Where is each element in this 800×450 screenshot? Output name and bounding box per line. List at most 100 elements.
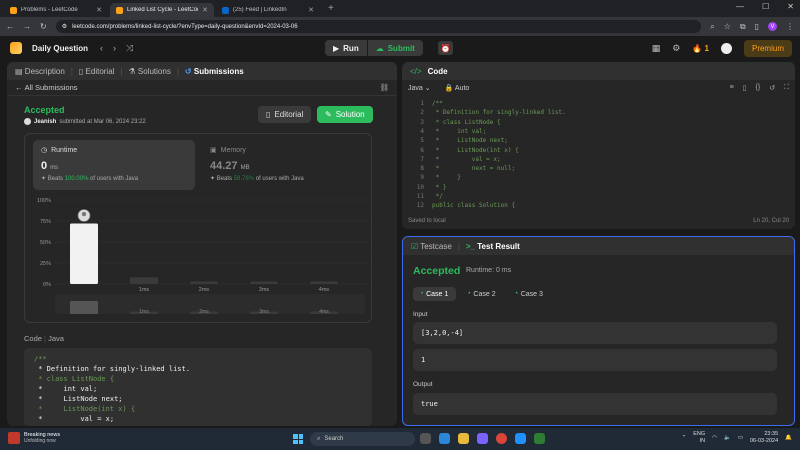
site-info-icon[interactable]: ⚙ <box>62 23 67 30</box>
premium-button[interactable]: Premium <box>743 40 792 57</box>
forward-icon[interactable]: → <box>23 22 31 31</box>
result-status: Accepted <box>413 265 461 277</box>
run-button[interactable]: ▶ Run <box>325 40 367 56</box>
case-tabs: • Case 1 • Case 2 • Case 3 <box>413 287 551 301</box>
case-tab-1[interactable]: • Case 1 <box>413 287 457 301</box>
editor-code-line: * next = null; <box>432 165 516 173</box>
reset-icon[interactable]: ↺ <box>769 84 775 92</box>
username[interactable]: Jeanish <box>34 119 56 125</box>
memory-value: 44.27 <box>210 160 238 172</box>
app-icon[interactable] <box>477 433 488 444</box>
y-tick-label: 0% <box>43 282 51 288</box>
browser-tab-problems[interactable]: Problems - LeetCode ✕ <box>4 3 108 17</box>
language-select[interactable]: Java ⌄ <box>408 84 431 92</box>
close-icon[interactable]: ✕ <box>202 6 208 14</box>
bookmark-icon[interactable]: ▯ <box>743 84 747 92</box>
windows-start-icon[interactable] <box>293 434 303 444</box>
maximize-icon[interactable]: ☐ <box>762 2 769 11</box>
news-widget[interactable]: Breaking news Unfolding now <box>8 432 60 444</box>
taskbar-search[interactable]: ⌕ Search <box>310 432 415 446</box>
extensions-icon[interactable]: ⧉ <box>740 22 746 32</box>
runtime-value-row: 0 ms <box>41 160 187 172</box>
url-field[interactable]: ⚙ leetcode.com/problems/linked-list-cycl… <box>55 20 702 33</box>
reload-icon[interactable]: ↻ <box>40 22 47 31</box>
clock[interactable]: 23:35 06-03-2024 <box>750 431 778 445</box>
format-icon[interactable]: ≡ <box>730 84 734 92</box>
tab-description[interactable]: ▤ Description <box>15 67 65 76</box>
new-tab-button[interactable]: + <box>328 3 334 14</box>
search-icon: ⌕ <box>317 435 321 442</box>
menu-kebab-icon[interactable]: ⋮ <box>786 22 794 31</box>
code-panel-title: Code <box>427 66 448 76</box>
editor-code-line: * val = x; <box>432 155 501 163</box>
settings-gear-icon[interactable]: ⚙ <box>672 43 680 54</box>
bookmark-star-icon[interactable]: ☆ <box>724 22 731 31</box>
pencil-icon: ✎ <box>325 110 332 119</box>
back-icon[interactable]: ← <box>6 22 14 31</box>
folder-icon[interactable] <box>458 433 469 444</box>
code-editor-panel: </> Code Java ⌄ 🔒 Auto ≡ ▯ {} ↺ ⛶ 1 /** 2 … <box>402 62 795 229</box>
leetcode-logo-icon[interactable] <box>10 42 22 54</box>
streak-counter[interactable]: 🔥 1 <box>692 44 709 53</box>
app-icon[interactable] <box>420 433 431 444</box>
browser-tab-linked-list[interactable]: Linked List Cycle - LeetCode ✕ <box>110 3 214 17</box>
submit-button[interactable]: ☁ Submit <box>367 40 423 56</box>
autocomplete-mode[interactable]: 🔒 Auto <box>445 84 470 92</box>
cloud-upload-icon: ☁ <box>375 43 384 53</box>
volume-icon[interactable]: 🔈 <box>724 435 731 441</box>
profile-avatar[interactable]: V <box>768 22 777 31</box>
alarm-clock-icon[interactable]: ⏰ <box>438 41 453 55</box>
all-submissions-link[interactable]: All Submissions <box>25 83 78 92</box>
memory-unit: MB <box>240 165 250 171</box>
memory-card[interactable]: ▣ Memory 44.27 MB ✦ Beats 58.78% of users… <box>202 140 364 190</box>
line-number: 4 <box>420 127 424 135</box>
shuffle-icon[interactable]: ⤨ <box>126 43 133 54</box>
submissions-panel: ▤ Description | ▯ Editorial | ⚗ Solution… <box>7 62 397 426</box>
app-icon[interactable] <box>534 433 545 444</box>
language-indicator[interactable]: ENG IN <box>693 431 705 445</box>
beats-percent: 100.00% <box>64 176 89 182</box>
code-editor[interactable]: 1 /** 2 * Definition for singly-linked lis… <box>402 98 795 210</box>
clock-icon: ◷ <box>41 147 48 154</box>
tab-test-result[interactable]: >_ Test Result <box>466 242 520 251</box>
chrome-icon[interactable] <box>496 433 507 444</box>
case-label: Case 2 <box>473 290 496 298</box>
runtime-card[interactable]: ◷ Runtime 0 ms ✦ Beats 100.00% of users w… <box>33 140 195 190</box>
chevron-left-icon[interactable]: ‹ <box>100 43 103 53</box>
tab-editorial[interactable]: ▯ Editorial <box>79 67 115 76</box>
tab-solutions[interactable]: ⚗ Solutions <box>129 67 171 76</box>
tab-testcase[interactable]: ☑ Testcase <box>411 242 452 251</box>
user-avatar[interactable] <box>720 43 732 54</box>
app-icon[interactable] <box>515 433 526 444</box>
brush-label: 1ms <box>139 309 149 315</box>
tab-separator: | <box>457 241 460 251</box>
browser-tab-linkedin[interactable]: (25) Feed | LinkedIn ✕ <box>216 3 320 17</box>
notification-icon[interactable]: 🔔 <box>785 435 792 441</box>
zoom-icon[interactable]: ⌕ <box>710 22 714 32</box>
case-tab-3[interactable]: • Case 3 <box>508 287 551 301</box>
daily-question-title[interactable]: Daily Question <box>32 44 88 53</box>
layout-icon[interactable]: ▦ <box>652 43 661 54</box>
battery-icon[interactable]: ▭ <box>738 435 743 441</box>
case-tab-2[interactable]: • Case 2 <box>460 287 503 301</box>
editorial-button[interactable]: ▯ Editorial <box>258 106 312 123</box>
app-icon[interactable] <box>439 433 450 444</box>
minimize-icon[interactable]: — <box>736 2 744 11</box>
tab-submissions[interactable]: ↺ Submissions <box>185 67 244 76</box>
memory-label-row: ▣ Memory <box>210 146 356 155</box>
solution-button[interactable]: ✎ Solution <box>317 106 373 123</box>
wifi-icon[interactable]: ◠ <box>712 435 717 441</box>
output-label: Output <box>413 381 433 388</box>
close-icon[interactable]: ✕ <box>308 6 314 14</box>
close-window-icon[interactable]: ✕ <box>787 2 794 11</box>
editor-code-line: * ListNode next; <box>432 137 508 145</box>
chevron-up-icon[interactable]: ⌃ <box>682 435 687 441</box>
share-link-icon[interactable]: ⛓ <box>379 83 389 92</box>
fullscreen-icon[interactable]: ⛶ <box>784 84 789 92</box>
close-icon[interactable]: ✕ <box>96 6 102 14</box>
back-arrow-icon[interactable]: ← <box>15 83 23 92</box>
runtime-label: Runtime <box>51 146 78 154</box>
braces-icon[interactable]: {} <box>756 84 761 92</box>
sidebar-icon[interactable]: ▯ <box>755 22 759 31</box>
chevron-right-icon[interactable]: › <box>113 43 116 53</box>
